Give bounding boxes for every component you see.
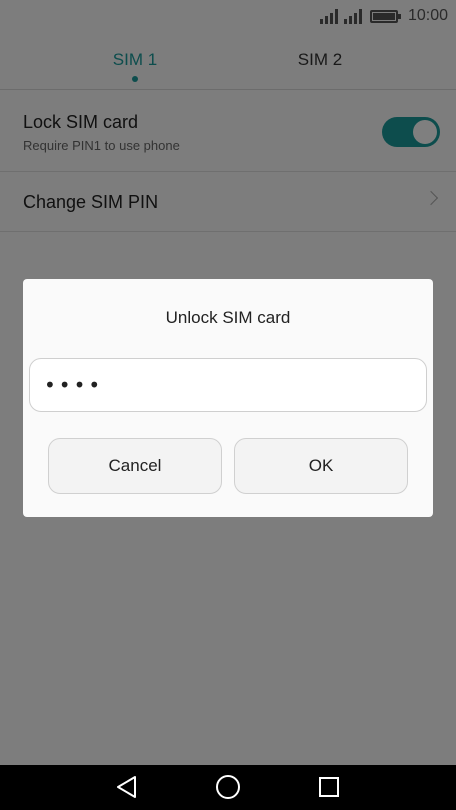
recents-icon[interactable] bbox=[319, 777, 339, 797]
unlock-sim-dialog: Unlock SIM card •••• Cancel OK bbox=[23, 279, 433, 517]
back-icon[interactable] bbox=[115, 775, 139, 799]
screen: 10:00 SIM 1 SIM 2 Lock SIM card Require … bbox=[0, 0, 456, 810]
ok-button[interactable]: OK bbox=[234, 438, 408, 494]
dialog-title: Unlock SIM card bbox=[165, 308, 291, 327]
pin-input-value: •••• bbox=[44, 373, 104, 397]
home-icon[interactable] bbox=[216, 775, 240, 799]
cancel-button[interactable]: Cancel bbox=[48, 438, 222, 494]
pin-input[interactable]: •••• bbox=[29, 358, 427, 412]
navigation-bar bbox=[0, 765, 456, 810]
